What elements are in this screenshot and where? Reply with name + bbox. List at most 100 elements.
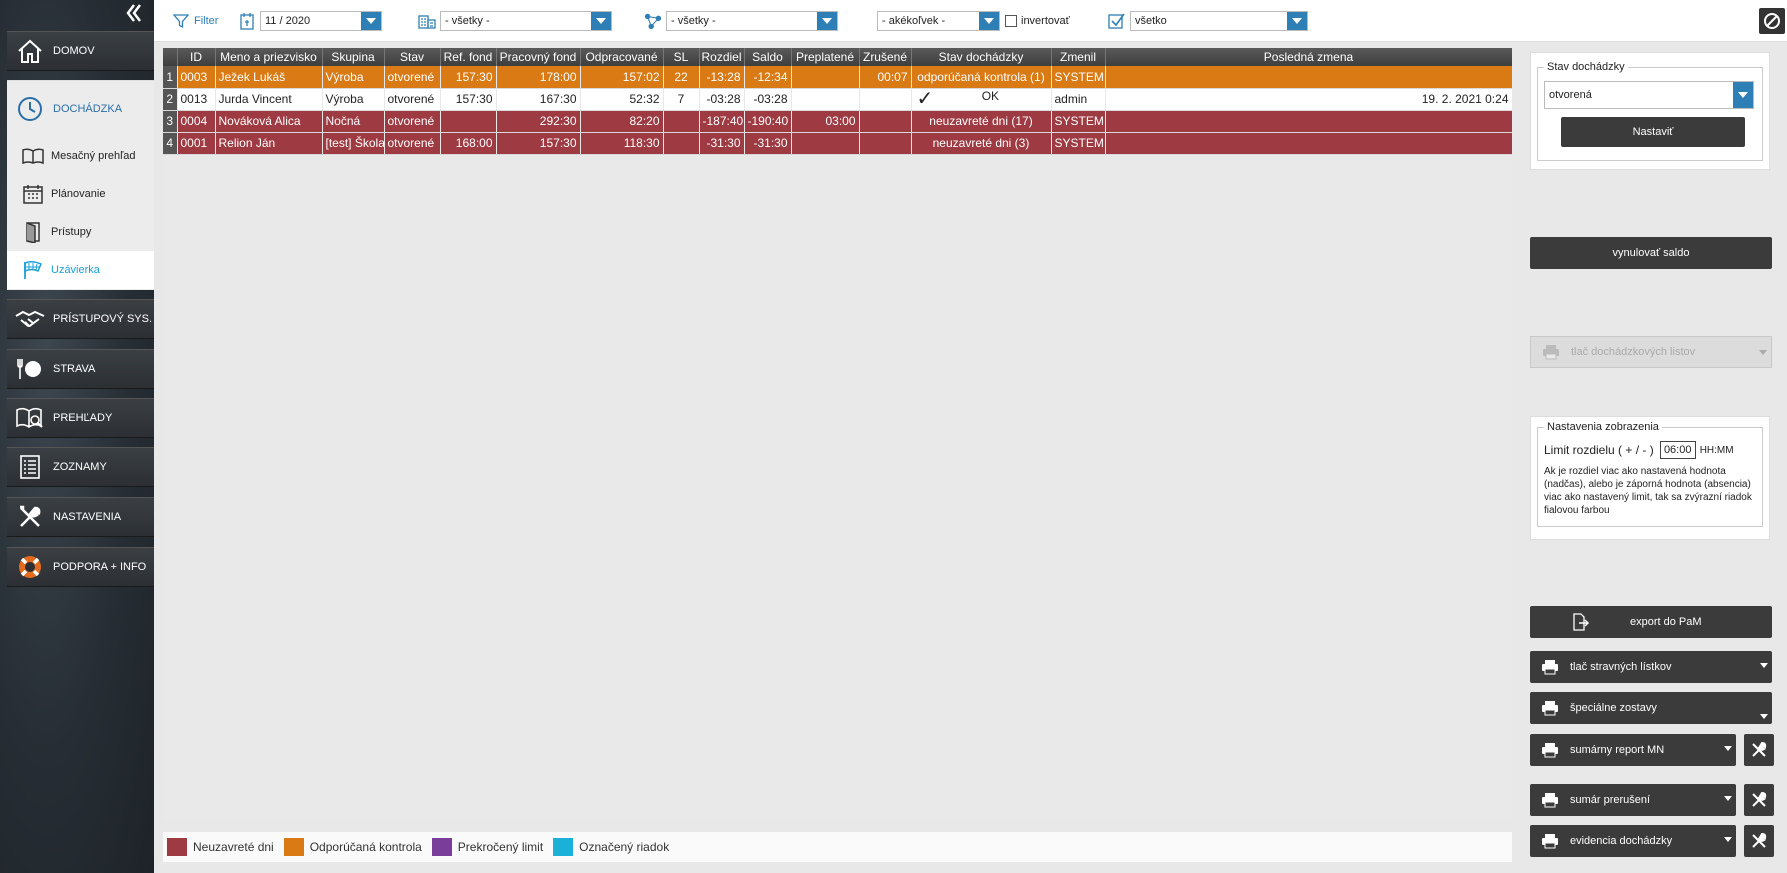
door-icon [19,218,47,246]
cell-worked: 52:32 [580,88,664,111]
summary-mn-button[interactable]: sumárny report MN [1530,734,1736,766]
reset-saldo-label: vynulovať saldo [1612,247,1690,259]
interruptions-settings-button[interactable] [1744,784,1774,816]
legend-item: Prekročený limit [431,838,543,856]
column-header[interactable]: ID [177,48,216,66]
plate-icon [13,352,47,386]
nav-zoznamy[interactable]: ZOZNAMY [7,447,154,487]
column-header[interactable]: Meno a priezvisko [215,48,323,66]
cell-changed-by: SYSTEM [1051,66,1106,89]
chevron-down-icon [1733,82,1753,108]
table-row[interactable]: 4 0001 Relion Ján [test] Škola otvorené … [163,132,1513,155]
column-header[interactable]: Posledná zmena [1105,48,1513,66]
column-header[interactable]: Skupina [322,48,385,66]
evidence-settings-button[interactable] [1744,825,1774,857]
export-icon [1530,613,1630,631]
filter-toggle[interactable]: Filter [172,10,218,32]
book-search-icon [13,401,47,435]
cell-last-change [1105,66,1513,89]
cell-ref-fund: 157:30 [440,66,497,89]
reset-saldo-button[interactable]: vynulovať saldo [1530,237,1772,269]
chevron-down-icon [1724,796,1732,801]
scope-select[interactable]: všetko [1130,11,1308,31]
summary-mn-settings-button[interactable] [1744,734,1774,766]
collapse-sidebar-icon[interactable] [124,2,144,24]
nav-strava[interactable]: STRAVA [7,349,154,389]
condition-select[interactable]: - akékoľvek - [877,11,1000,31]
legend-item: Odporúčaná kontrola [283,838,422,856]
nav-prehlady-label: PREHĽADY [53,412,113,424]
cell-work-fund: 292:30 [496,110,581,133]
column-header[interactable]: Pracovný fond [496,48,581,66]
column-header[interactable]: SL [663,48,700,66]
chevron-down-icon [361,12,381,30]
cell-diff: -31:30 [699,132,745,155]
legend-label: Označený riadok [579,840,670,854]
limit-input[interactable]: 06:00 [1659,441,1696,459]
printer-icon [1531,344,1571,360]
cell-worked: 82:20 [580,110,664,133]
print-attendance-label: tlač dochádzkových listov [1571,346,1696,358]
sidebar-item-pristupy[interactable]: Prístupy [7,213,154,251]
invert-checkbox-wrap[interactable]: invertovať [1005,10,1070,32]
cell-paid [791,88,860,111]
cell-group: Nočná [322,110,385,133]
cell-name: Nováková Alica [215,110,323,133]
column-header[interactable]: Stav [384,48,441,66]
export-pam-button[interactable]: export do PaM [1530,606,1772,638]
set-button[interactable]: Nastaviť [1561,117,1745,147]
cell-group: Výroba [322,88,385,111]
invert-checkbox[interactable] [1005,15,1017,27]
export-pam-label: export do PaM [1630,616,1702,628]
column-header[interactable]: Odpracované [580,48,664,66]
check-icon: ✓ [916,88,934,110]
print-meal-tickets-button[interactable]: tlač stravných lístkov [1530,651,1772,683]
stav-fieldset: Stav dochádzky otvorená Nastaviť [1537,61,1763,161]
limit-help-text: Ak je rozdiel viac ako nastavená hodnota… [1544,466,1752,516]
stav-select[interactable]: otvorená [1544,81,1754,109]
group-select[interactable]: - všetky - [666,11,838,31]
color-legend: Neuzavreté dni Odporúčaná kontrola Prekr… [163,832,1512,862]
nav-prehlady[interactable]: PREHĽADY [7,398,154,438]
table-row[interactable]: 3 0004 Nováková Alica Nočná otvorené 292… [163,110,1513,133]
condition-value: - akékoľvek - [882,15,946,27]
attendance-evidence-button[interactable]: evidencia dochádzky [1530,825,1736,857]
column-header[interactable]: Preplatené [791,48,860,66]
column-header[interactable]: Saldo [744,48,792,66]
attendance-state-text: OK [981,89,1000,103]
nav-pristupovy-sys-label: PRÍSTUPOVÝ SYS. [53,313,153,325]
nav-pristupovy-sys[interactable]: PRÍSTUPOVÝ SYS. [7,299,154,339]
display-settings-panel: Nastavenia zobrazenia Limit rozdielu ( +… [1530,416,1770,540]
sidebar-item-mesacny-prehlad[interactable]: Mesačný prehľad [7,137,154,175]
cell-name: Ježek Lukáš [215,66,323,89]
month-select[interactable]: 11 / 2020 [260,11,382,31]
column-header[interactable]: Stav dochádzky [911,48,1052,66]
chevron-down-icon [1759,350,1767,355]
special-reports-button[interactable]: špeciálne zostavy [1530,692,1772,724]
printer-icon [1530,792,1570,808]
department-select[interactable]: - všetky - [440,11,612,31]
sidebar-item-uzavierka[interactable]: Uzávierka [7,251,154,289]
prohibit-icon [1764,13,1780,29]
column-header[interactable]: Rozdiel [699,48,745,66]
sidebar-item-planovanie[interactable]: Plánovanie [7,175,154,213]
nav-podpora[interactable]: PODPORA + INFO [7,547,154,587]
tools-icon [1752,791,1767,807]
column-header[interactable]: Zmenil [1051,48,1106,66]
cell-id: 0001 [177,132,216,155]
stav-value: otvorená [1549,89,1592,101]
table-row[interactable]: 1 0003 Ježek Lukáš Výroba otvorené 157:3… [163,66,1513,89]
cell-sl [663,110,700,133]
chevron-down-icon [1760,663,1768,668]
cell-sl [663,132,700,155]
home-icon [13,34,47,68]
nav-nastavenia[interactable]: NASTAVENIA [7,497,154,537]
nav-dochadzka[interactable]: DOCHÁDZKA [7,81,154,137]
nav-domov[interactable]: DOMOV [7,31,154,71]
table-row[interactable]: 2 0013 Jurda Vincent Výroba otvorené 157… [163,88,1513,111]
cancel-filter-button[interactable] [1759,8,1785,34]
column-header[interactable]: Ref. fond [440,48,497,66]
interruptions-summary-button[interactable]: sumár prerušení [1530,784,1736,816]
column-header[interactable]: Zrušené [859,48,912,66]
tools-icon [13,500,47,534]
